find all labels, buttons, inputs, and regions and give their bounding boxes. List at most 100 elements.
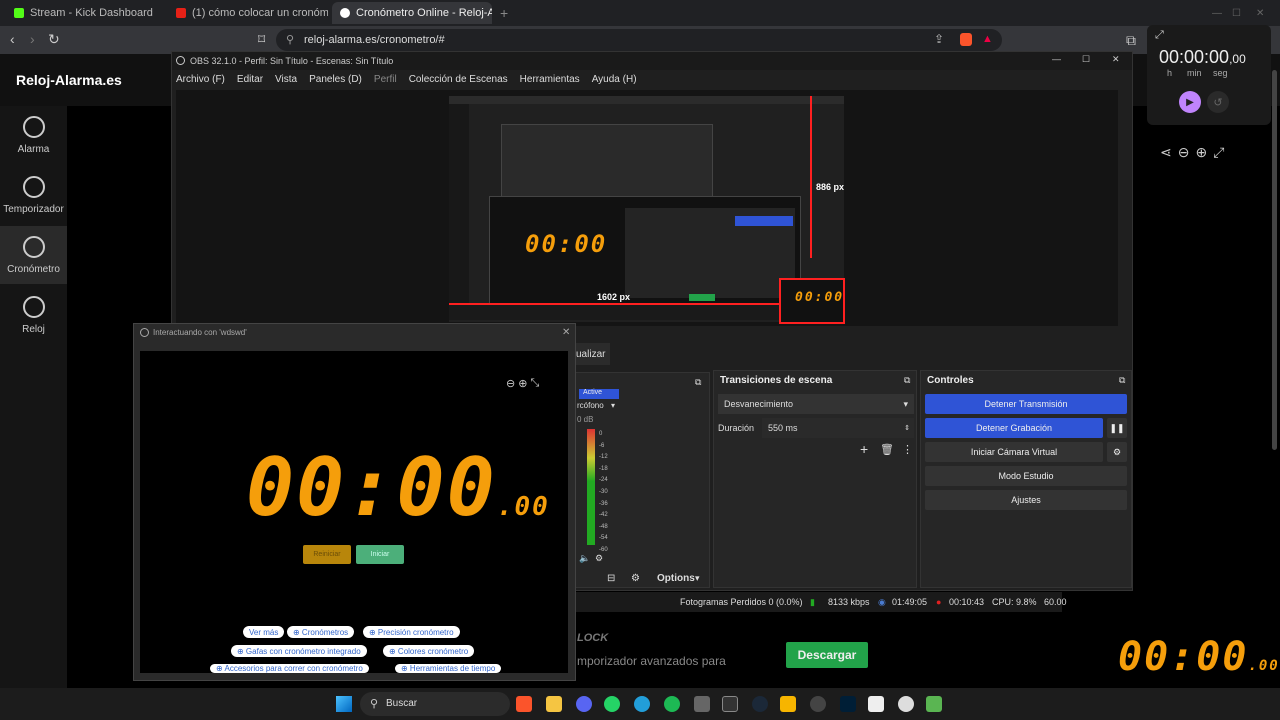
- chip-precision[interactable]: ⊕ Precisión cronómetro: [363, 626, 460, 638]
- dock-float-icon[interactable]: ⧉: [695, 377, 701, 388]
- collapse-icon[interactable]: ⤡: [530, 377, 539, 390]
- extensions-icon[interactable]: ⧉: [1126, 32, 1136, 49]
- tab-youtube[interactable]: (1) cómo colocar un cronómetro en: [168, 2, 328, 24]
- dock-float-icon[interactable]: ⧉: [904, 375, 910, 386]
- speaker-icon[interactable]: 🔈: [579, 553, 590, 564]
- folder-icon[interactable]: [546, 696, 562, 712]
- rockstar-icon[interactable]: [780, 696, 796, 712]
- zoom-in-icon[interactable]: ⊕: [1195, 144, 1207, 161]
- photoshop-icon[interactable]: [840, 696, 856, 712]
- store-icon[interactable]: [694, 696, 710, 712]
- stepper-icon[interactable]: ⇕: [904, 424, 910, 432]
- chip-gafas[interactable]: ⊕ Gafas con cronómetro integrado: [231, 645, 367, 657]
- chip-colores[interactable]: ⊕ Colores cronómetro: [383, 645, 475, 657]
- bookmark-icon[interactable]: ⌑: [258, 31, 265, 48]
- address-bar[interactable]: ⚲ reloj-alarma.es/cronometro/# ⇪ ▲: [276, 29, 1002, 51]
- app-icon[interactable]: [898, 696, 914, 712]
- page-scrollbar[interactable]: [1272, 70, 1277, 450]
- stop-recording-button[interactable]: Detener Grabación: [925, 418, 1103, 438]
- new-tab-icon[interactable]: +: [500, 5, 508, 21]
- start-button[interactable]: Iniciar: [356, 545, 404, 564]
- zoom-out-icon[interactable]: ⊖: [506, 377, 515, 390]
- back-icon[interactable]: ‹: [10, 31, 15, 47]
- tab-kick[interactable]: Stream - Kick Dashboard: [6, 2, 166, 24]
- site-logo[interactable]: Reloj-Alarma.es: [16, 72, 122, 88]
- close-icon[interactable]: ✕: [1112, 54, 1120, 65]
- menu-herramientas[interactable]: Herramientas: [520, 74, 580, 85]
- sidebar-item-reloj[interactable]: Reloj: [0, 286, 67, 344]
- gear-icon[interactable]: ⚙: [1107, 442, 1127, 462]
- sidebar-item-alarma[interactable]: Alarma: [0, 106, 67, 164]
- mixer-settings-icon[interactable]: ⚙: [595, 553, 603, 564]
- duration-input[interactable]: 550 ms ⇕: [762, 418, 914, 438]
- chip-herramientas[interactable]: ⊕ Herramientas de tiempo: [395, 664, 502, 673]
- discord-icon[interactable]: [576, 696, 592, 712]
- maximize-icon[interactable]: ☐: [1082, 54, 1090, 65]
- start-icon[interactable]: [336, 696, 352, 712]
- options-button[interactable]: Options: [657, 573, 695, 584]
- sidebar-item-cronometro[interactable]: Cronómetro: [0, 226, 67, 284]
- stop-stream-button[interactable]: Detener Transmisión: [925, 394, 1127, 414]
- tab-cronometro[interactable]: Cronómetro Online - Reloj-Alarm ✕: [332, 2, 492, 24]
- telegram-icon[interactable]: [634, 696, 650, 712]
- capcut-icon[interactable]: [868, 696, 884, 712]
- share-icon[interactable]: ⋖: [1160, 144, 1172, 161]
- advanced-icon[interactable]: ⚙: [631, 573, 640, 584]
- site-info-icon[interactable]: ⚲: [286, 33, 294, 46]
- share-icon[interactable]: ⇪: [934, 32, 944, 46]
- chevron-down-icon[interactable]: ▾: [611, 401, 615, 410]
- virtual-camera-button[interactable]: Iniciar Cámara Virtual: [925, 442, 1103, 462]
- zoom-in-icon[interactable]: ⊕: [518, 377, 527, 390]
- brave-icon[interactable]: [516, 696, 532, 712]
- menu-paneles[interactable]: Paneles (D): [309, 74, 362, 85]
- chip-cronometros[interactable]: ⊕ Cronómetros: [287, 626, 355, 638]
- menu-coleccion[interactable]: Colección de Escenas: [409, 74, 508, 85]
- menu-perfil[interactable]: Perfil: [374, 74, 397, 85]
- brave-shield-icon[interactable]: [960, 33, 972, 46]
- spotify-icon[interactable]: [664, 696, 680, 712]
- menu-ayuda[interactable]: Ayuda (H): [592, 74, 637, 85]
- studio-mode-button[interactable]: Modo Estudio: [925, 466, 1127, 486]
- brave-rewards-icon[interactable]: ▲: [982, 33, 993, 45]
- zoom-out-icon[interactable]: ⊖: [1178, 144, 1190, 161]
- expand-icon[interactable]: ⤢: [1155, 29, 1164, 42]
- reset-button[interactable]: Reiniciar: [303, 545, 351, 564]
- menu-vista[interactable]: Vista: [275, 74, 297, 85]
- obs-icon[interactable]: [810, 696, 826, 712]
- bg-text: mporizador avanzados para: [577, 654, 726, 668]
- pause-icon[interactable]: ❚❚: [1107, 418, 1127, 438]
- play-icon[interactable]: ▶: [1179, 91, 1201, 113]
- maximize-icon[interactable]: ☐: [1232, 8, 1241, 19]
- chevron-down-icon: ▾: [903, 398, 908, 409]
- update-button[interactable]: ualizar: [570, 343, 610, 365]
- interact-content[interactable]: ⊖ ⊕ ⤡ 00:00.00 Reiniciar Iniciar Ver más…: [140, 351, 568, 673]
- menu-archivo[interactable]: Archivo (F): [176, 74, 225, 85]
- more-icon[interactable]: ⋮: [902, 443, 913, 456]
- minimize-icon[interactable]: —: [1212, 8, 1222, 19]
- layout-icon[interactable]: ⊟: [607, 573, 615, 584]
- reset-icon[interactable]: ↺: [1207, 91, 1229, 113]
- taskbar-search[interactable]: ⚲ Buscar: [360, 692, 510, 716]
- chip-ver-mas[interactable]: Ver más: [243, 626, 285, 638]
- forward-icon[interactable]: ›: [30, 31, 35, 47]
- menu-editar[interactable]: Editar: [237, 74, 263, 85]
- close-icon[interactable]: ✕: [1256, 8, 1264, 19]
- minimize-icon[interactable]: —: [1052, 54, 1061, 64]
- whatsapp-icon[interactable]: [604, 696, 620, 712]
- obs-logo-icon: [140, 328, 149, 337]
- settings-button[interactable]: Ajustes: [925, 490, 1127, 510]
- add-icon[interactable]: +: [860, 441, 868, 457]
- download-button[interactable]: Descargar: [786, 642, 868, 668]
- close-icon[interactable]: ✕: [562, 327, 570, 338]
- reload-icon[interactable]: ↻: [48, 31, 60, 48]
- epic-games-icon[interactable]: [722, 696, 738, 712]
- steam-icon[interactable]: [752, 696, 768, 712]
- sidebar-item-temporizador[interactable]: Temporizador: [0, 166, 67, 224]
- minecraft-icon[interactable]: [926, 696, 942, 712]
- transition-select[interactable]: Desvanecimiento ▾: [718, 394, 914, 414]
- chip-accesorios[interactable]: ⊕ Accesorios para correr con cronómetro: [210, 664, 369, 673]
- trash-icon[interactable]: 🗑: [880, 443, 894, 456]
- selected-source[interactable]: 00:00: [779, 278, 845, 324]
- fullscreen-icon[interactable]: ⤢: [1213, 144, 1224, 161]
- dock-float-icon[interactable]: ⧉: [1119, 375, 1125, 386]
